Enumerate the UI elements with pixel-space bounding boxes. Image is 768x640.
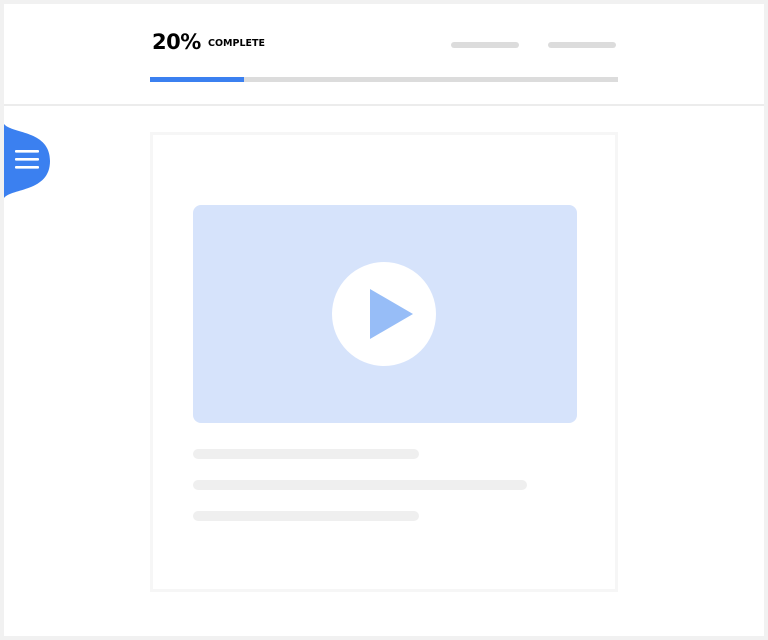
text-placeholder-line: [193, 449, 419, 459]
progress-percent: 20%: [152, 30, 201, 54]
text-placeholder-line: [193, 511, 419, 521]
progress-status-label: COMPLETE: [208, 38, 265, 49]
nav-placeholder-2: [548, 42, 616, 48]
play-icon: [332, 262, 436, 366]
text-placeholder-line: [193, 480, 527, 490]
app-window: 20% COMPLETE: [4, 4, 764, 636]
lesson-card: [150, 132, 618, 592]
header: 20% COMPLETE: [4, 4, 764, 106]
progress-bar-fill: [150, 77, 244, 82]
menu-button[interactable]: [4, 124, 52, 198]
play-button[interactable]: [332, 262, 436, 366]
video-player[interactable]: [193, 205, 577, 423]
progress-bar: [150, 77, 618, 82]
nav-placeholder-1: [451, 42, 519, 48]
hamburger-menu-icon: [4, 124, 50, 198]
